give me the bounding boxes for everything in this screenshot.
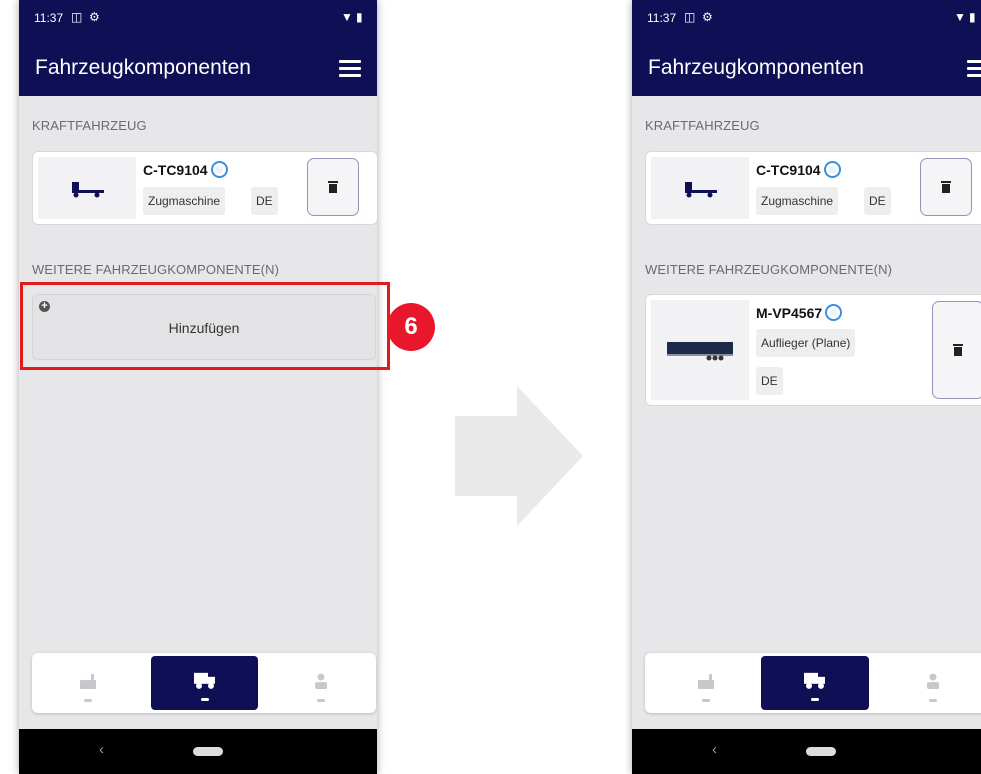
vehicle-thumbnail [651, 157, 749, 219]
component-plate: M-VP4567 [756, 304, 843, 321]
component-type-chip: Auflieger (Plane) [756, 329, 856, 357]
vehicle-card[interactable]: C-TC9104 Zugmaschine DE [645, 151, 981, 225]
vehicle-country-chip: DE [251, 187, 278, 215]
vehicle-country-chip: DE [864, 187, 891, 215]
wifi-icon: ▼ [954, 10, 966, 24]
component-card[interactable]: M-VP4567 Auflieger (Plane) DE [645, 294, 981, 406]
sync-icon [825, 304, 843, 321]
back-icon[interactable]: ‹ [712, 741, 717, 758]
tractor-unit-icon [72, 182, 104, 198]
sync-icon [823, 161, 841, 178]
sim-icon: ◫ [684, 10, 696, 24]
person-icon [927, 673, 939, 690]
status-time: 11:37 [647, 11, 677, 25]
nav-item-vehicles[interactable] [761, 656, 869, 710]
home-pill[interactable] [193, 747, 223, 756]
home-pill[interactable] [806, 747, 836, 756]
step-badge: 6 [387, 303, 435, 351]
factory-icon [80, 674, 96, 690]
page-title: Fahrzeugkomponenten [648, 56, 864, 79]
vehicle-plate: C-TC9104 [756, 161, 841, 178]
wifi-icon: ▼ [341, 10, 353, 24]
bottom-nav [32, 653, 376, 713]
phone-before: 11:37 ◫ ⚙ ▼ ▮ Fahrzeugkomponenten KRAFTF… [19, 0, 377, 774]
system-nav-bar: ‹ [632, 729, 981, 774]
page-title: Fahrzeugkomponenten [35, 56, 251, 79]
trash-icon [328, 181, 338, 193]
sim-icon: ◫ [71, 10, 83, 24]
transition-arrow-icon [455, 386, 583, 526]
vehicle-plate: C-TC9104 [143, 161, 228, 178]
delete-vehicle-button[interactable] [307, 158, 359, 216]
truck-icon [804, 672, 825, 689]
truck-icon [193, 672, 215, 689]
battery-icon: ▮ [356, 10, 363, 24]
sync-icon [210, 161, 228, 178]
back-icon[interactable]: ‹ [99, 741, 104, 758]
menu-icon[interactable] [339, 60, 361, 78]
trash-icon [941, 181, 951, 193]
person-icon [314, 673, 327, 690]
app-bar: Fahrzeugkomponenten [19, 42, 377, 96]
vehicle-card[interactable]: C-TC9104 Zugmaschine DE [32, 151, 377, 225]
factory-icon [698, 674, 714, 690]
nav-item-profile[interactable] [265, 653, 376, 713]
vehicle-type-chip: Zugmaschine [143, 187, 226, 215]
status-bar: 11:37 ◫ ⚙ ▼ ▮ [632, 0, 981, 42]
component-country-chip: DE [756, 367, 783, 395]
menu-icon[interactable] [967, 60, 981, 78]
nav-item-site[interactable] [645, 653, 767, 713]
trailer-icon [667, 342, 733, 361]
highlight-frame [20, 282, 390, 370]
settings-icon: ⚙ [702, 10, 713, 24]
delete-vehicle-button[interactable] [920, 158, 972, 216]
section-motor-vehicle: KRAFTFAHRZEUG [645, 118, 760, 133]
app-bar: Fahrzeugkomponenten [632, 42, 981, 96]
battery-icon: ▮ [969, 10, 976, 24]
tractor-unit-icon [685, 182, 717, 198]
phone-after: 11:37 ◫ ⚙ ▼ ▮ Fahrzeugkomponenten KRAFTF… [632, 0, 981, 774]
settings-icon: ⚙ [89, 10, 100, 24]
section-motor-vehicle: KRAFTFAHRZEUG [32, 118, 147, 133]
nav-item-site[interactable] [32, 653, 144, 713]
nav-item-profile[interactable] [877, 653, 981, 713]
status-bar: 11:37 ◫ ⚙ ▼ ▮ [19, 0, 377, 42]
bottom-nav [645, 653, 981, 713]
trash-icon [953, 344, 963, 356]
component-thumbnail [651, 300, 749, 400]
vehicle-type-chip: Zugmaschine [756, 187, 839, 215]
status-time: 11:37 [34, 11, 64, 25]
delete-component-button[interactable] [932, 301, 981, 399]
vehicle-thumbnail [38, 157, 136, 219]
nav-item-vehicles[interactable] [151, 656, 258, 710]
system-nav-bar: ‹ [19, 729, 377, 774]
section-further-components: WEITERE FAHRZEUGKOMPONENTE(N) [645, 262, 893, 277]
section-further-components: WEITERE FAHRZEUGKOMPONENTE(N) [32, 262, 280, 277]
